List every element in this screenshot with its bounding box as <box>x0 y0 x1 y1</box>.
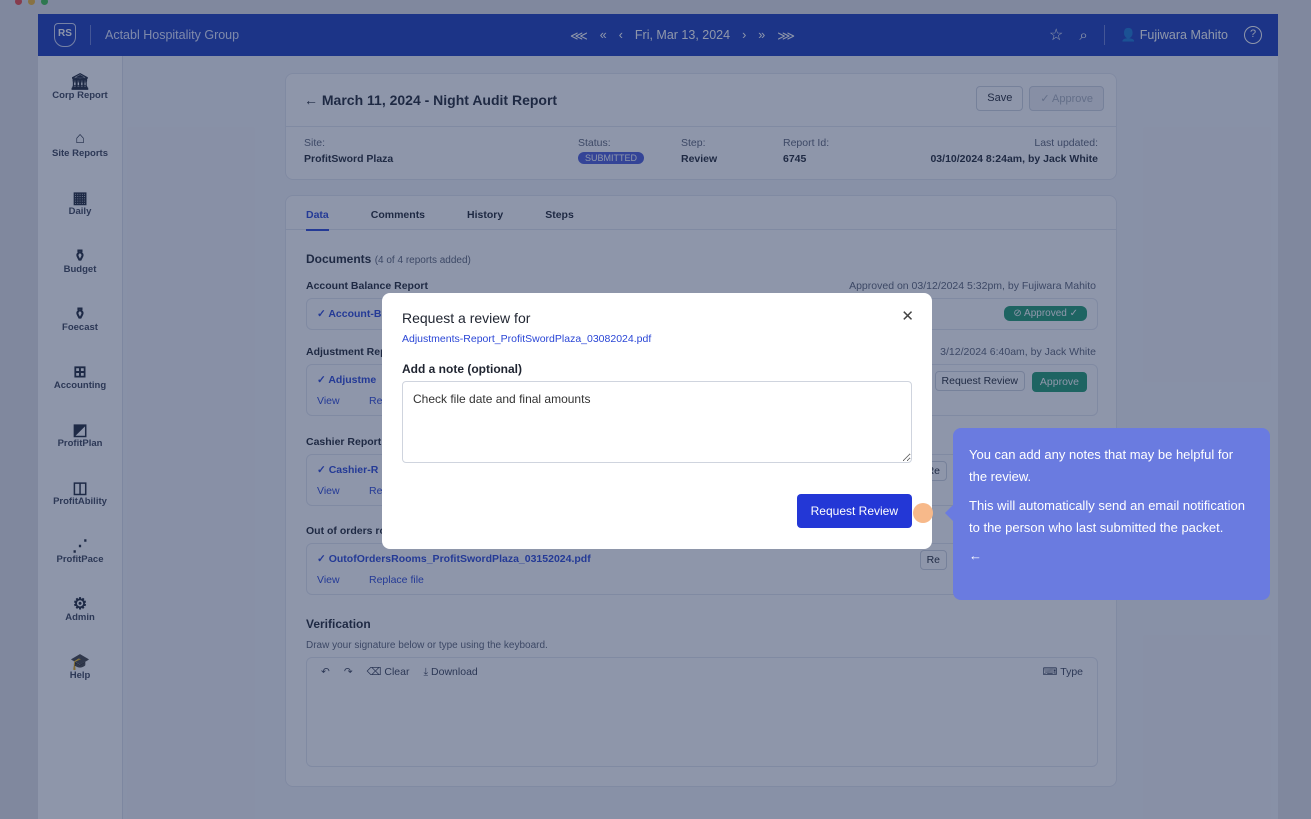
guide-tooltip: You can add any notes that may be helpfu… <box>945 428 1270 600</box>
tooltip-text-1: You can add any notes that may be helpfu… <box>969 447 1234 484</box>
request-review-button[interactable]: Request Review <box>796 494 912 528</box>
note-textarea[interactable]: Check file date and final amounts <box>402 381 912 463</box>
close-icon[interactable]: ✕ <box>901 307 914 325</box>
tooltip-text-2: This will automatically send an email no… <box>969 498 1246 535</box>
request-review-modal: Request a review for ✕ Adjustments-Repor… <box>382 293 932 549</box>
note-label: Add a note (optional) <box>402 362 522 376</box>
modal-title: Request a review for <box>402 310 531 326</box>
hotspot-marker <box>913 503 933 523</box>
back-arrow-icon[interactable]: ← <box>969 545 1254 567</box>
modal-file-link[interactable]: Adjustments-Report_ProfitSwordPlaza_0308… <box>402 333 651 345</box>
